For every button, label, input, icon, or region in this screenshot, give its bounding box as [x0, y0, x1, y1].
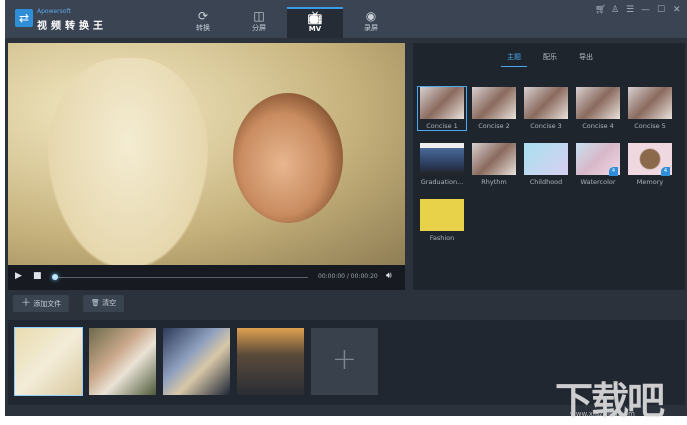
- stop-icon[interactable]: ■: [33, 271, 42, 281]
- app-logo-icon: ⇄: [15, 9, 33, 27]
- theme-item[interactable]: 4 Watercolor: [574, 143, 622, 186]
- tv-icon: 📺︎: [307, 11, 323, 25]
- theme-item[interactable]: Concise 4: [574, 87, 622, 130]
- clip-thumbnail[interactable]: [14, 327, 83, 396]
- theme-item[interactable]: Concise 5: [626, 87, 674, 130]
- theme-item[interactable]: Childhood: [522, 143, 570, 186]
- theme-item[interactable]: Graduation...: [418, 143, 466, 186]
- title-bar: ⇄ Apowersoft 视频转换王 ⟳ 转换 ◫ 分屏 📺︎ MV ◉ 录屏 🛒︎ ♙…: [5, 0, 687, 38]
- nav-convert[interactable]: ⟳ 转换: [175, 7, 231, 38]
- plus-icon: ＋: [21, 298, 31, 309]
- theme-panel: 主题 配乐 导出 Concise 1 Concise 2 Concise 3 Conc…: [413, 43, 685, 290]
- clear-button[interactable]: 🗑︎ 清空: [83, 295, 125, 312]
- theme-thumbnail: [420, 199, 464, 231]
- nav-label: MV: [308, 25, 322, 33]
- theme-item[interactable]: Fashion: [418, 199, 466, 242]
- add-file-label: 添加文件: [33, 300, 62, 308]
- close-icon[interactable]: ✕: [673, 5, 681, 15]
- seek-bar[interactable]: [54, 277, 308, 278]
- theme-item[interactable]: Concise 2: [470, 87, 518, 130]
- clip-thumbnail[interactable]: [163, 328, 230, 395]
- theme-item[interactable]: 4 Memory: [626, 143, 674, 186]
- tab-export[interactable]: 导出: [579, 52, 593, 62]
- theme-label: Watercolor: [580, 178, 616, 186]
- theme-label: Concise 3: [530, 122, 562, 130]
- video-player[interactable]: ▶ ■ 00:00:00 / 00:00:20 🔊︎: [8, 43, 405, 290]
- theme-label: Concise 5: [634, 122, 666, 130]
- record-icon: ◉: [365, 9, 377, 23]
- clear-label: 清空: [102, 299, 117, 307]
- theme-thumbnail: [420, 87, 464, 119]
- split-screen-icon: ◫: [253, 9, 265, 23]
- nav-split-screen[interactable]: ◫ 分屏: [231, 7, 287, 38]
- play-icon[interactable]: ▶: [15, 271, 22, 281]
- theme-label: Childhood: [529, 178, 563, 186]
- app-window: ⇄ Apowersoft 视频转换王 ⟳ 转换 ◫ 分屏 📺︎ MV ◉ 录屏 🛒︎ ♙…: [5, 0, 687, 416]
- volume-icon[interactable]: 🔊︎: [386, 271, 392, 281]
- theme-item[interactable]: Rhythm: [470, 143, 518, 186]
- player-controls: ▶ ■ 00:00:00 / 00:00:20 🔊︎: [8, 265, 405, 290]
- theme-thumbnail: [576, 87, 620, 119]
- theme-label: Fashion: [429, 234, 455, 242]
- theme-thumbnail: [524, 87, 568, 119]
- app-title: 视频转换王: [37, 21, 107, 32]
- theme-label: Concise 2: [478, 122, 510, 130]
- tab-music[interactable]: 配乐: [543, 52, 557, 62]
- theme-thumbnail: [524, 143, 568, 175]
- brand-small: Apowersoft: [37, 8, 71, 15]
- nav-mv[interactable]: 📺︎ MV: [287, 7, 343, 38]
- menu-icon[interactable]: ☰: [626, 5, 634, 15]
- watermark-url: www.xiazaiba.com: [570, 410, 635, 418]
- add-clip-button[interactable]: +: [311, 328, 378, 395]
- theme-thumbnail: [420, 143, 464, 175]
- cart-icon[interactable]: 🛒︎: [595, 5, 606, 15]
- theme-thumbnail: [472, 143, 516, 175]
- theme-badge: 4: [609, 167, 618, 176]
- add-file-button[interactable]: ＋ 添加文件: [13, 295, 70, 312]
- theme-badge: 4: [661, 167, 670, 176]
- minimize-icon[interactable]: —: [641, 5, 650, 15]
- nav-label: 录屏: [364, 24, 378, 32]
- nav-label: 转换: [196, 24, 210, 32]
- clip-thumbnail[interactable]: [89, 328, 156, 395]
- time-display: 00:00:00 / 00:00:20: [318, 273, 378, 280]
- theme-label: Memory: [636, 178, 664, 186]
- theme-thumbnail: [628, 87, 672, 119]
- refresh-icon: ⟳: [197, 9, 209, 23]
- seek-handle[interactable]: [52, 274, 58, 280]
- nav-record[interactable]: ◉ 录屏: [343, 7, 399, 38]
- clip-thumbnail[interactable]: [237, 328, 304, 395]
- theme-item[interactable]: Concise 1: [417, 86, 467, 131]
- theme-label: Graduation...: [420, 178, 464, 186]
- theme-label: Concise 4: [582, 122, 614, 130]
- user-icon[interactable]: ♙: [611, 5, 619, 15]
- theme-label: Rhythm: [481, 178, 507, 186]
- nav-label: 分屏: [252, 24, 266, 32]
- tab-theme[interactable]: 主题: [501, 52, 527, 67]
- theme-label: Concise 1: [426, 122, 458, 130]
- theme-thumbnail: [472, 87, 516, 119]
- video-frame: [8, 43, 405, 268]
- maximize-icon[interactable]: ☐: [657, 5, 665, 15]
- theme-item[interactable]: Concise 3: [522, 87, 570, 130]
- trash-icon: 🗑︎: [91, 299, 100, 307]
